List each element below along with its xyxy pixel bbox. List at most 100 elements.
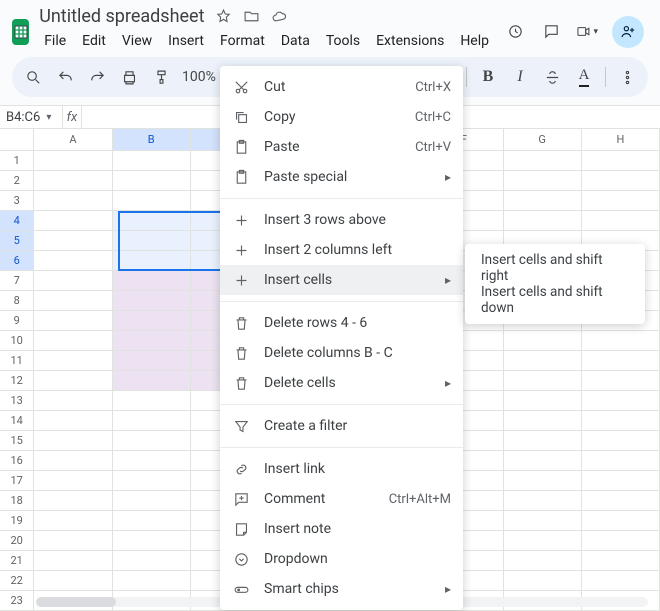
- menu-data[interactable]: Data: [274, 29, 317, 53]
- cell[interactable]: [34, 191, 112, 211]
- cell[interactable]: [113, 151, 191, 171]
- row-header[interactable]: 20: [0, 531, 34, 551]
- cell[interactable]: [113, 251, 191, 271]
- row-header[interactable]: 15: [0, 431, 34, 451]
- cell[interactable]: [34, 211, 112, 231]
- row-header[interactable]: 4: [0, 211, 34, 231]
- menu-tools[interactable]: Tools: [319, 29, 367, 53]
- cell[interactable]: [113, 431, 191, 451]
- cell[interactable]: [582, 191, 660, 211]
- cell[interactable]: [34, 391, 112, 411]
- cell[interactable]: [504, 571, 582, 591]
- zoom-select[interactable]: 100%▾: [182, 69, 225, 85]
- move-icon[interactable]: [243, 8, 261, 26]
- cell[interactable]: [34, 511, 112, 531]
- cell[interactable]: [113, 331, 191, 351]
- cell[interactable]: [113, 551, 191, 571]
- cell[interactable]: [504, 431, 582, 451]
- share-button[interactable]: [612, 16, 644, 48]
- cell[interactable]: [34, 331, 112, 351]
- comment-icon[interactable]: [540, 21, 562, 43]
- menu-insert[interactable]: Insert: [161, 29, 211, 53]
- row-header[interactable]: 12: [0, 371, 34, 391]
- cell[interactable]: [113, 311, 191, 331]
- menu-delete-rows[interactable]: Delete rows 4 - 6: [220, 308, 463, 338]
- cell[interactable]: [34, 151, 112, 171]
- cell[interactable]: [504, 391, 582, 411]
- bold-icon[interactable]: B: [477, 66, 499, 88]
- row-header[interactable]: 1: [0, 151, 34, 171]
- cell[interactable]: [113, 471, 191, 491]
- text-color-icon[interactable]: A: [573, 66, 595, 88]
- row-header[interactable]: 13: [0, 391, 34, 411]
- menu-file[interactable]: File: [37, 29, 73, 53]
- cell[interactable]: [113, 571, 191, 591]
- menu-extensions[interactable]: Extensions: [369, 29, 451, 53]
- cell[interactable]: [504, 551, 582, 571]
- menu-delete-cols[interactable]: Delete columns B - C: [220, 338, 463, 368]
- cell[interactable]: [582, 551, 660, 571]
- cell[interactable]: [113, 411, 191, 431]
- menu-insert-cells[interactable]: Insert cells▸: [220, 265, 463, 295]
- row-header[interactable]: 7: [0, 271, 34, 291]
- cell[interactable]: [582, 371, 660, 391]
- menu-insert-note[interactable]: Insert note: [220, 514, 463, 544]
- cell[interactable]: [113, 271, 191, 291]
- row-header[interactable]: 17: [0, 471, 34, 491]
- more-icon[interactable]: [616, 66, 638, 88]
- row-header[interactable]: 11: [0, 351, 34, 371]
- search-icon[interactable]: [22, 66, 44, 88]
- cell[interactable]: [582, 511, 660, 531]
- cell[interactable]: [582, 451, 660, 471]
- cell[interactable]: [504, 471, 582, 491]
- submenu-shift-right[interactable]: Insert cells and shift right: [465, 252, 645, 284]
- cell[interactable]: [504, 531, 582, 551]
- menu-edit[interactable]: Edit: [75, 29, 113, 53]
- cell[interactable]: [504, 371, 582, 391]
- row-header[interactable]: 18: [0, 491, 34, 511]
- cell[interactable]: [34, 531, 112, 551]
- cell[interactable]: [34, 451, 112, 471]
- row-header[interactable]: 10: [0, 331, 34, 351]
- cell[interactable]: [582, 391, 660, 411]
- cell[interactable]: [504, 411, 582, 431]
- cell[interactable]: [504, 191, 582, 211]
- cell[interactable]: [504, 491, 582, 511]
- cell[interactable]: [34, 491, 112, 511]
- doc-title[interactable]: Untitled spreadsheet: [39, 6, 204, 27]
- row-header[interactable]: 16: [0, 451, 34, 471]
- fx-icon[interactable]: fx: [62, 106, 82, 128]
- menu-create-filter[interactable]: Create a filter: [220, 411, 463, 441]
- cell[interactable]: [34, 431, 112, 451]
- menu-help[interactable]: Help: [453, 29, 496, 53]
- cell[interactable]: [504, 211, 582, 231]
- menu-copy[interactable]: CopyCtrl+C: [220, 102, 463, 132]
- cell[interactable]: [113, 171, 191, 191]
- menu-comment[interactable]: CommentCtrl+Alt+M: [220, 484, 463, 514]
- cell[interactable]: [113, 491, 191, 511]
- row-header[interactable]: 6: [0, 251, 34, 271]
- col-header-G[interactable]: G: [504, 129, 582, 151]
- menu-paste-special[interactable]: Paste special▸: [220, 162, 463, 192]
- cell[interactable]: [34, 291, 112, 311]
- cloud-icon[interactable]: [271, 8, 289, 26]
- cell[interactable]: [34, 171, 112, 191]
- row-header[interactable]: 22: [0, 571, 34, 591]
- cell[interactable]: [113, 191, 191, 211]
- cell[interactable]: [113, 231, 191, 251]
- cell[interactable]: [504, 151, 582, 171]
- cell[interactable]: [113, 531, 191, 551]
- menu-insert-link[interactable]: Insert link: [220, 454, 463, 484]
- cell[interactable]: [582, 531, 660, 551]
- cell[interactable]: [582, 471, 660, 491]
- cell[interactable]: [34, 471, 112, 491]
- cell[interactable]: [504, 451, 582, 471]
- cell[interactable]: [582, 211, 660, 231]
- cell[interactable]: [113, 511, 191, 531]
- cell[interactable]: [113, 451, 191, 471]
- sheets-logo[interactable]: [12, 19, 29, 45]
- cell[interactable]: [34, 271, 112, 291]
- menu-format[interactable]: Format: [213, 29, 272, 53]
- cell[interactable]: [34, 411, 112, 431]
- cell[interactable]: [113, 291, 191, 311]
